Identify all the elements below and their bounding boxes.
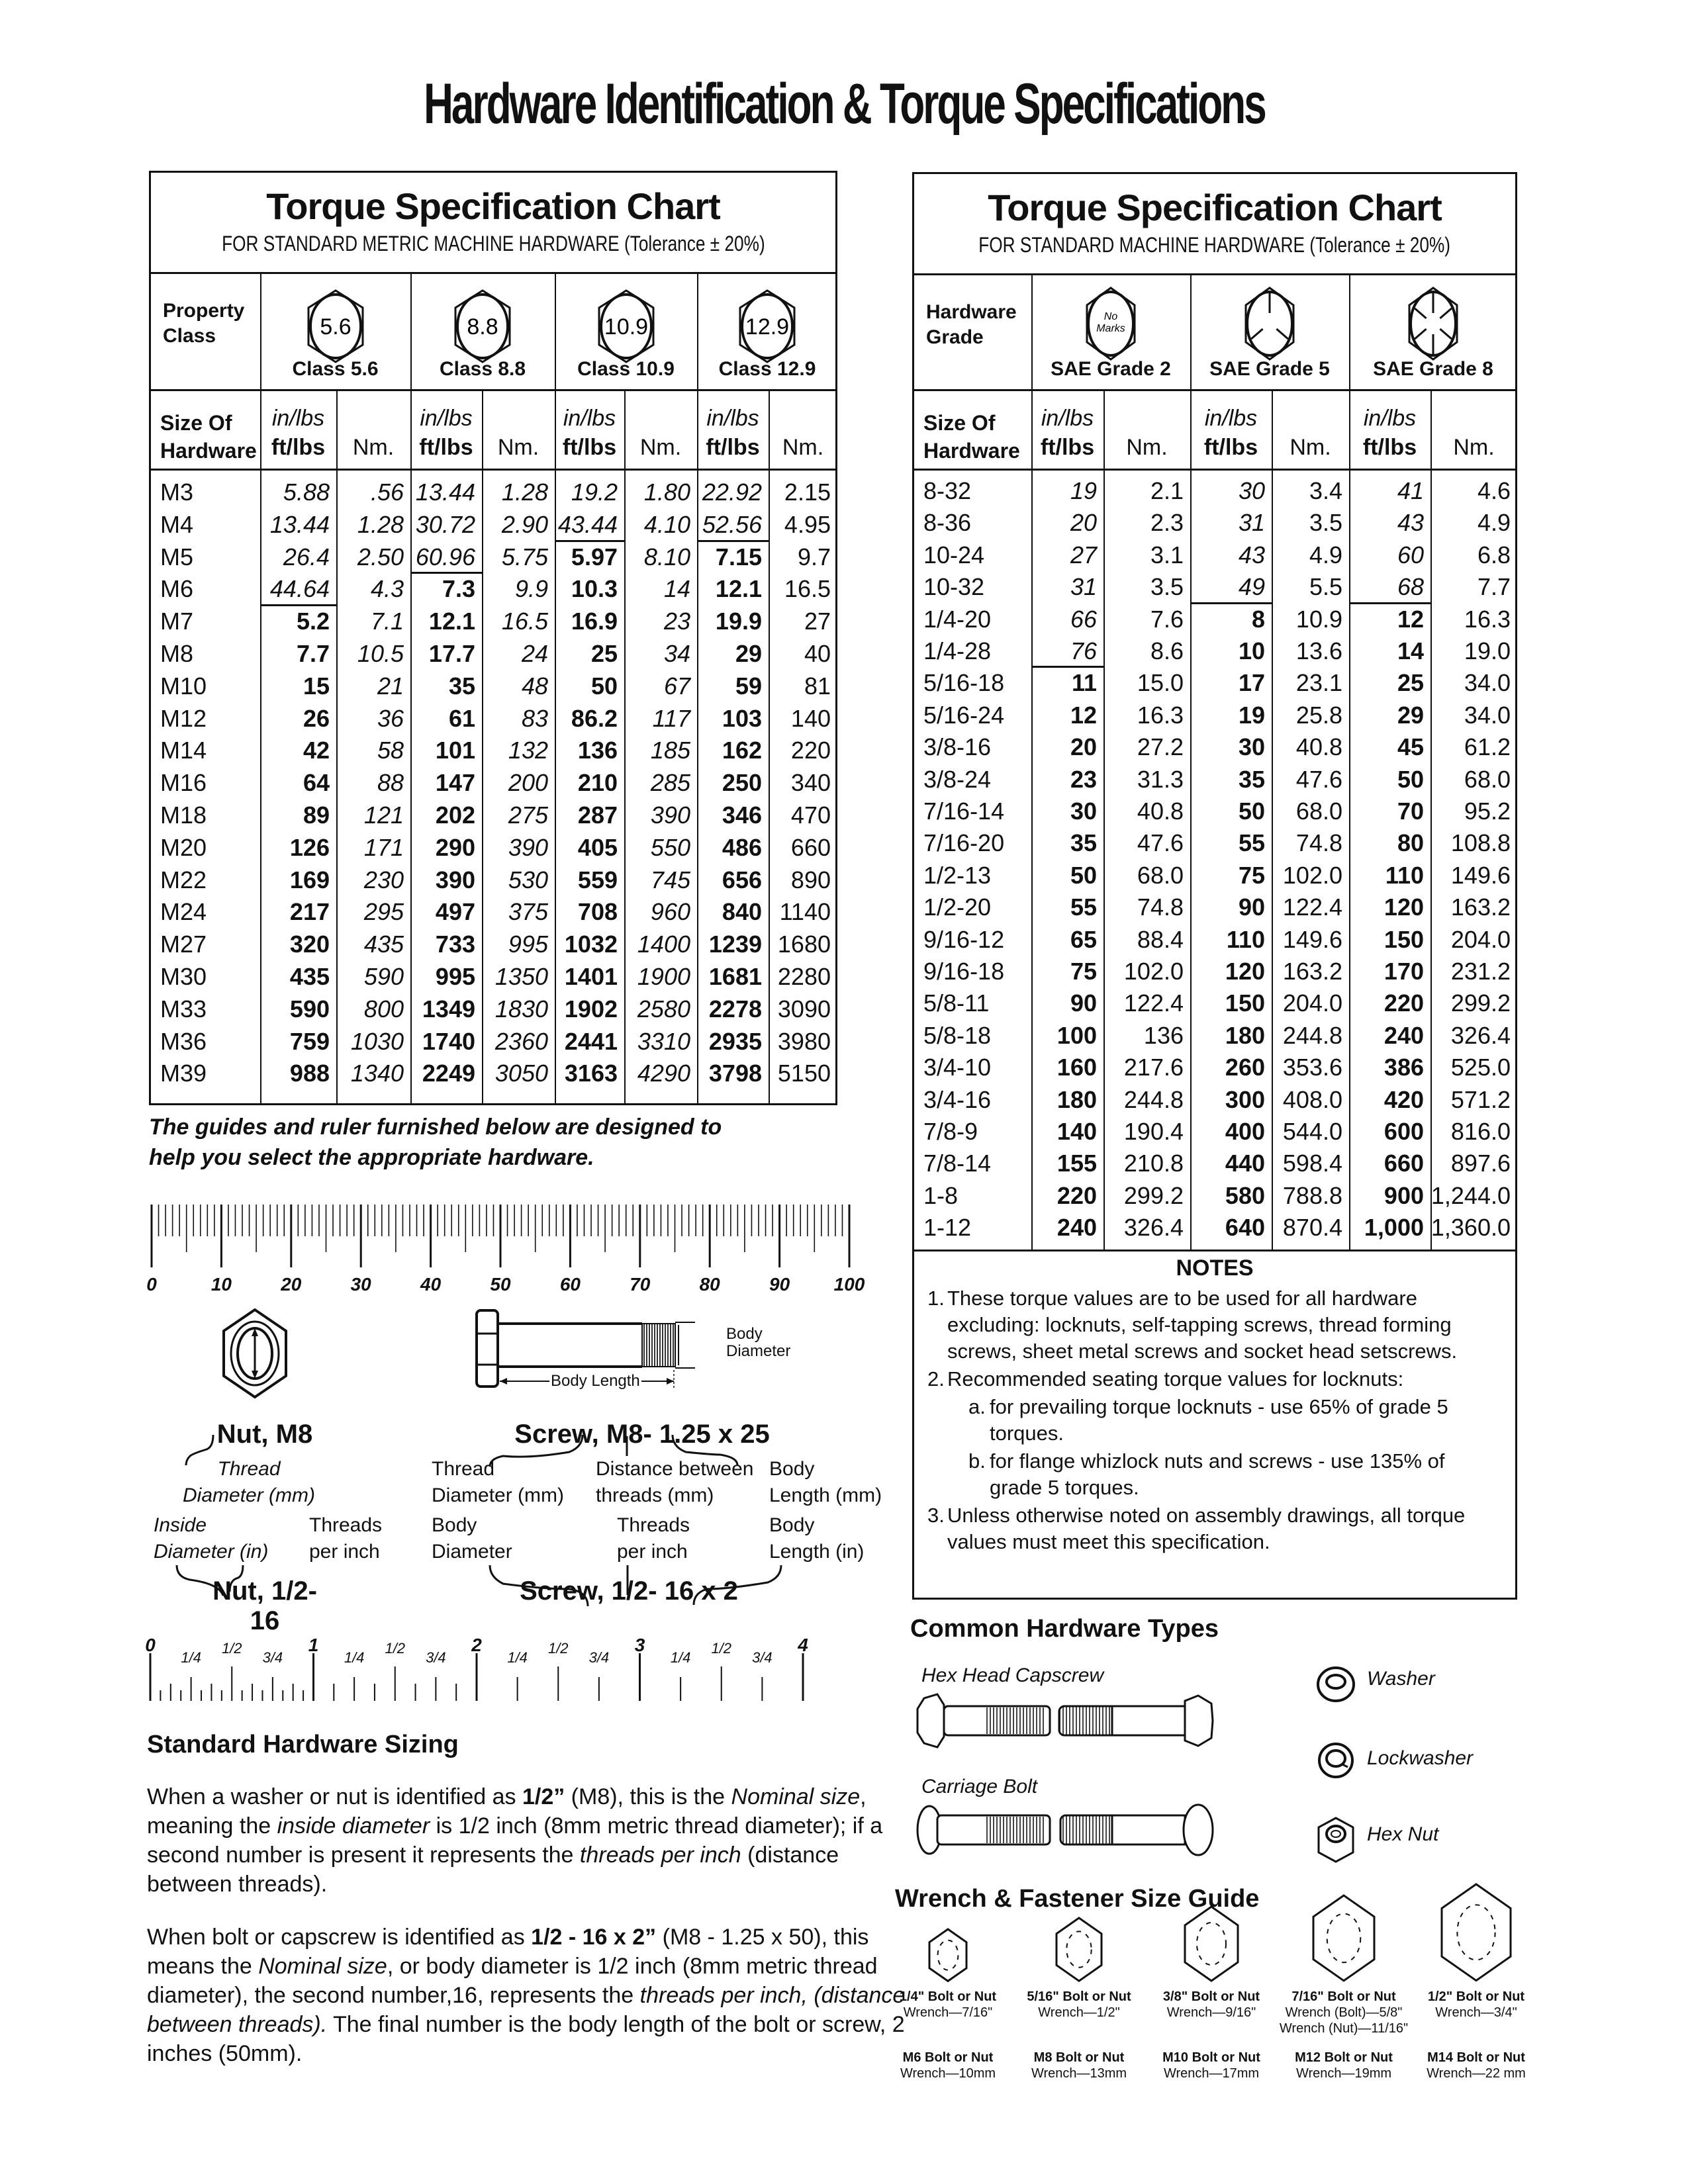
ruler-label: 40 <box>420 1274 442 1295</box>
wrench-size: Wrench (Nut)—11/16" <box>1279 2021 1409 2036</box>
wrench-size: Wrench—9/16" <box>1166 2005 1256 2020</box>
washer-icon <box>1317 1666 1355 1702</box>
sizing-heading: Standard Hardware Sizing <box>147 1731 459 1758</box>
bolt-size: M8 Bolt or Nut <box>1033 2050 1125 2065</box>
wrench-metric-item: M8 Bolt or Nut Wrench—13mm <box>1013 2050 1145 2081</box>
wrench-metric-item: M6 Bolt or Nut Wrench—10mm <box>882 2050 1014 2081</box>
sizing-paragraph-2: When bolt or capscrew is identified as 1… <box>147 1925 906 2066</box>
inch-fraction-label: 1/4 <box>507 1649 528 1666</box>
inch-label: 4 <box>798 1635 808 1655</box>
common-types-heading: Common Hardware Types <box>910 1615 1219 1643</box>
lockwasher-icon <box>1318 1743 1354 1778</box>
inch-fraction-label: 1/2 <box>221 1640 242 1657</box>
ruler-label: 30 <box>350 1274 371 1295</box>
wrench-size: Wrench—13mm <box>1031 2066 1127 2081</box>
inch-fraction-label: 1/4 <box>344 1649 365 1666</box>
hex-nut-size-icon <box>928 1927 968 1982</box>
ruler-label: 10 <box>211 1274 232 1295</box>
inch-fraction-label: 1/2 <box>547 1640 569 1657</box>
wrench-size: Wrench—1/2" <box>1038 2005 1120 2020</box>
wrench-inch-item: 5/16" Bolt or Nut Wrench—1/2" <box>1013 1989 1145 2021</box>
inch-fraction-label: 1/4 <box>181 1649 201 1666</box>
hex-head-capscrew-label: Hex Head Capscrew <box>921 1664 1104 1686</box>
inch-fraction-label: 1/2 <box>711 1640 732 1657</box>
hex-nut-size-icon <box>1312 1894 1376 1982</box>
wrench-metric-item: M10 Bolt or Nut Wrench—17mm <box>1145 2050 1278 2081</box>
inch-fraction-label: 3/4 <box>588 1649 610 1666</box>
lockwasher-label: Lockwasher <box>1367 1747 1474 1769</box>
inch-label: 3 <box>634 1635 645 1655</box>
inch-fraction-label: 3/4 <box>262 1649 283 1666</box>
wrench-size: Wrench (Bolt)—5/8" <box>1285 2005 1403 2020</box>
hex-nut-label: Hex Nut <box>1367 1823 1439 1845</box>
hex-nut-icon <box>1317 1817 1354 1863</box>
ruler-label: 90 <box>769 1274 790 1295</box>
hex-nut-size-icon <box>1184 1905 1239 1982</box>
wrench-size: Wrench—17mm <box>1163 2066 1260 2081</box>
wrench-size: Wrench—19mm <box>1295 2066 1392 2081</box>
ruler-label: 100 <box>833 1274 865 1295</box>
bolt-size: M6 Bolt or Nut <box>902 2050 994 2065</box>
inch-label: 2 <box>471 1635 482 1655</box>
ruler-label: 70 <box>630 1274 651 1295</box>
inch-label: 0 <box>145 1635 156 1655</box>
inch-fraction-label: 3/4 <box>426 1649 446 1666</box>
wrench-inch-item: 7/16" Bolt or Nut Wrench (Bolt)—5/8" Wrenc… <box>1278 1989 1410 2036</box>
inch-fraction-label: 1/2 <box>385 1640 406 1657</box>
washer-label: Washer <box>1367 1668 1435 1690</box>
wrench-inch-item: 1/4" Bolt or Nut Wrench—7/16" <box>882 1989 1014 2021</box>
wrench-metric-item: M12 Bolt or Nut Wrench—19mm <box>1278 2050 1410 2081</box>
wrench-inch-item: 3/8" Bolt or Nut Wrench—9/16" <box>1145 1989 1278 2021</box>
wrench-metric-item: M14 Bolt or Nut Wrench—22 mm <box>1410 2050 1542 2081</box>
wrench-inch-item: 1/2" Bolt or Nut Wrench—3/4" <box>1410 1989 1542 2021</box>
inch-fraction-label: 1/4 <box>670 1649 691 1666</box>
wrench-size: Wrench—10mm <box>900 2066 996 2081</box>
carriage-bolt-icon <box>916 1803 1214 1856</box>
ruler-label: 0 <box>146 1274 157 1295</box>
wrench-size: Wrench—3/4" <box>1435 2005 1517 2020</box>
ruler-label: 50 <box>490 1274 511 1295</box>
bolt-size: 1/2" Bolt or Nut <box>1427 1989 1525 2004</box>
wrench-size: Wrench—7/16" <box>903 2005 993 2020</box>
bolt-size: 7/16" Bolt or Nut <box>1291 1989 1396 2004</box>
bolt-size: M14 Bolt or Nut <box>1427 2050 1525 2065</box>
hex-nut-size-icon <box>1055 1916 1103 1982</box>
sizing-paragraph-1: When a washer or nut is identified as 1/… <box>147 1784 883 1897</box>
wrench-size: Wrench—22 mm <box>1427 2066 1526 2081</box>
carriage-bolt-label: Carriage Bolt <box>921 1776 1038 1797</box>
inch-fraction-label: 3/4 <box>752 1649 773 1666</box>
bolt-size: M10 Bolt or Nut <box>1162 2050 1260 2065</box>
hex-nut-size-icon <box>1440 1883 1512 1982</box>
bolt-size: M12 Bolt or Nut <box>1295 2050 1393 2065</box>
bolt-size: 3/8" Bolt or Nut <box>1162 1989 1260 2004</box>
bolt-size: 5/16" Bolt or Nut <box>1027 1989 1131 2004</box>
ruler-label: 60 <box>559 1274 581 1295</box>
inch-label: 1 <box>308 1635 319 1655</box>
bolt-size: 1/4" Bolt or Nut <box>899 1989 997 2004</box>
ruler-label: 80 <box>699 1274 720 1295</box>
ruler-label: 20 <box>281 1274 302 1295</box>
hex-head-capscrew-icon <box>916 1693 1214 1749</box>
